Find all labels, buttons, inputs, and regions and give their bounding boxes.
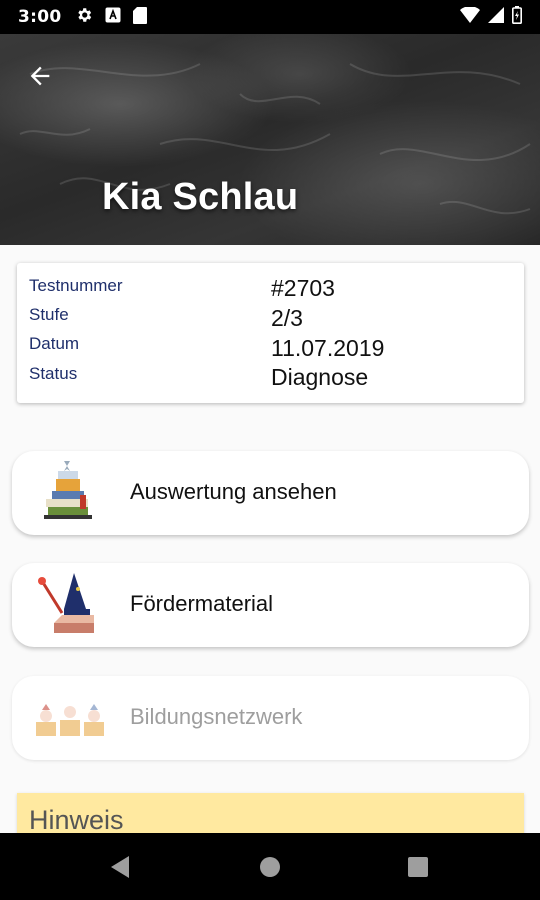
gear-icon xyxy=(75,6,93,28)
info-row-testnummer: Testnummer #2703 xyxy=(17,275,524,305)
home-circle-icon xyxy=(260,857,280,877)
status-left-icons xyxy=(75,6,148,28)
back-triangle-icon xyxy=(111,856,129,878)
status-time: 3:00 xyxy=(18,7,62,27)
info-row-datum: Datum 11.07.2019 xyxy=(17,334,524,365)
menu-label: Fördermaterial xyxy=(130,591,274,616)
auswertung-button[interactable]: Auswertung ansehen xyxy=(12,451,529,535)
info-value: #2703 xyxy=(271,275,335,301)
status-bar: 3:00 xyxy=(0,0,540,34)
network-icon xyxy=(36,704,104,736)
arrow-back-icon xyxy=(30,66,50,86)
test-info-card: Testnummer #2703 Stufe 2/3 Datum 11.07.2… xyxy=(17,263,524,403)
wizard-icon xyxy=(38,573,94,633)
header-banner: Kia Schlau xyxy=(0,34,540,245)
foerdermaterial-button[interactable]: Fördermaterial xyxy=(12,563,529,647)
info-value: Diagnose xyxy=(271,364,369,390)
info-label: Stufe xyxy=(29,305,69,324)
signal-icon xyxy=(488,7,504,27)
info-row-stufe: Stufe 2/3 xyxy=(17,305,524,335)
status-right-icons xyxy=(460,6,522,28)
font-a-icon xyxy=(105,7,121,27)
nav-recents-button[interactable] xyxy=(403,853,433,881)
books-icon xyxy=(44,461,92,519)
hint-title: Hinweis xyxy=(29,805,124,835)
page-title: Kia Schlau xyxy=(102,176,299,218)
menu-label: Bildungsnetzwerk xyxy=(130,704,303,729)
info-label: Datum xyxy=(29,334,80,353)
menu-label: Auswertung ansehen xyxy=(130,479,337,504)
info-value: 2/3 xyxy=(271,305,303,331)
info-row-status: Status Diagnose xyxy=(17,364,524,394)
info-value: 11.07.2019 xyxy=(271,335,385,361)
info-label: Testnummer xyxy=(29,276,123,295)
nav-home-button[interactable] xyxy=(255,853,285,881)
nav-back-button[interactable] xyxy=(105,853,135,881)
navigation-bar xyxy=(0,833,540,900)
sd-card-icon xyxy=(133,6,148,28)
bildungsnetzwerk-button[interactable]: Bildungsnetzwerk xyxy=(12,676,529,760)
back-button[interactable] xyxy=(22,58,58,94)
wifi-icon xyxy=(460,6,480,27)
info-label: Status xyxy=(29,364,78,383)
battery-icon xyxy=(512,6,522,28)
recents-square-icon xyxy=(408,857,428,877)
